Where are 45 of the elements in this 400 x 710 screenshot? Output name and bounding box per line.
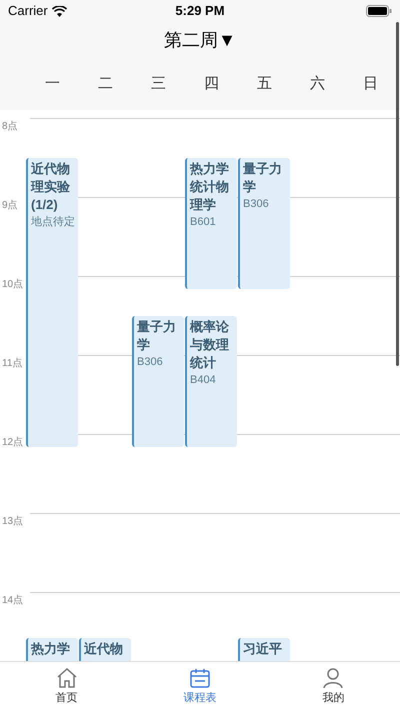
course-card[interactable]: 量子力学 B306 bbox=[132, 316, 184, 448]
course-name: 习近平 bbox=[243, 640, 283, 658]
hour-label: 9点 bbox=[1, 198, 19, 213]
hour-label: 14点 bbox=[1, 594, 24, 608]
course-name: 近代物理实验(1/2) bbox=[31, 160, 71, 214]
hour-label: 8点 bbox=[1, 120, 19, 134]
course-card[interactable]: 量子力学 B306 bbox=[238, 158, 290, 290]
course-card[interactable]: 概率论与数理统计 B404 bbox=[185, 316, 237, 448]
course-location: 地点待定 bbox=[31, 214, 75, 230]
course-name: 热力学统计物理学 bbox=[190, 160, 230, 214]
weekday-label: 五 bbox=[257, 74, 272, 92]
weekday-label: 四 bbox=[204, 74, 219, 92]
hour-label: 11点 bbox=[1, 356, 24, 371]
hour-label: 12点 bbox=[1, 436, 24, 450]
course-location: B306 bbox=[243, 196, 270, 212]
weekday-label: 日 bbox=[363, 74, 378, 92]
user-icon bbox=[321, 666, 346, 690]
course-name: 近代物 bbox=[84, 640, 124, 658]
tab-bar-item[interactable]: 课程表 bbox=[133, 662, 267, 710]
weekday-label: 二 bbox=[98, 74, 113, 92]
course-name: 量子力学 bbox=[137, 318, 177, 354]
course-location: B404 bbox=[190, 372, 217, 388]
course-card[interactable]: 近代物 bbox=[79, 638, 131, 661]
course-card[interactable]: 热力学 bbox=[26, 638, 78, 661]
carrier-label: Carrier bbox=[8, 2, 48, 20]
weekday-label: 六 bbox=[310, 74, 325, 92]
weekday-label: 一 bbox=[45, 74, 60, 92]
course-name: 概率论与数理统计 bbox=[190, 318, 230, 372]
course-location: B306 bbox=[137, 354, 164, 370]
hour-label: 13点 bbox=[1, 514, 24, 529]
weekday-label: 三 bbox=[151, 74, 166, 92]
week-selector[interactable]: 第二周▼ bbox=[164, 26, 236, 54]
course-location: B601 bbox=[190, 214, 217, 230]
tab-bar-item[interactable]: 我的 bbox=[266, 662, 400, 710]
battery-icon bbox=[366, 5, 392, 17]
hour-label: 10点 bbox=[1, 278, 24, 292]
course-card[interactable]: 习近平 bbox=[238, 638, 290, 661]
course-card[interactable]: 近代物理实验(1/2) 地点待定 bbox=[26, 158, 78, 448]
wifi-icon bbox=[52, 6, 67, 16]
tab-bar-item[interactable]: 首页 bbox=[0, 662, 134, 710]
course-card[interactable]: 热力学统计物理学 B601 bbox=[185, 158, 237, 290]
course-name: 量子力学 bbox=[243, 160, 283, 196]
home-icon bbox=[54, 666, 79, 690]
clock-time: 5:29 PM bbox=[175, 2, 225, 20]
course-name: 热力学 bbox=[31, 640, 71, 658]
